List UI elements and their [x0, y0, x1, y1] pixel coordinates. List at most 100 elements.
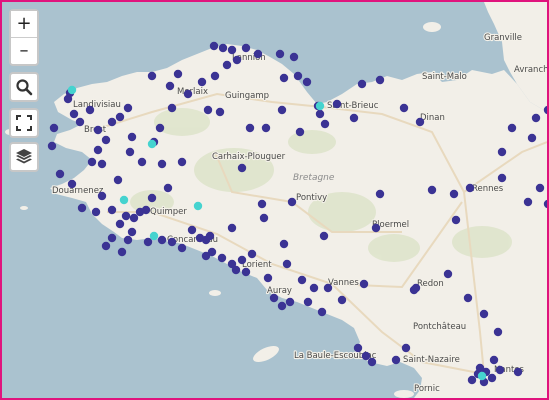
map-marker[interactable] — [303, 297, 313, 307]
map-marker[interactable] — [297, 275, 307, 285]
fullscreen-button[interactable] — [9, 108, 39, 138]
map-marker[interactable] — [309, 283, 319, 293]
map-marker[interactable] — [93, 145, 103, 155]
map-marker[interactable] — [91, 207, 101, 217]
map-marker[interactable] — [177, 157, 187, 167]
map-marker[interactable] — [129, 213, 139, 223]
map-marker[interactable] — [203, 105, 213, 115]
map-marker[interactable] — [535, 183, 545, 193]
map-marker[interactable] — [257, 199, 267, 209]
map-marker[interactable] — [97, 191, 107, 201]
map-marker[interactable] — [507, 123, 517, 133]
map-marker[interactable] — [241, 267, 251, 277]
map-marker[interactable] — [247, 249, 257, 259]
map-marker[interactable] — [67, 179, 77, 189]
map-marker[interactable] — [497, 173, 507, 183]
map-marker[interactable] — [101, 135, 111, 145]
map-marker[interactable] — [49, 123, 59, 133]
map-marker[interactable] — [415, 117, 425, 127]
map-marker[interactable] — [165, 81, 175, 91]
map-marker[interactable] — [177, 243, 187, 253]
map-marker[interactable] — [77, 203, 87, 213]
map-marker[interactable] — [282, 259, 292, 269]
map-marker[interactable] — [449, 189, 459, 199]
map-marker[interactable] — [237, 255, 247, 265]
map-marker[interactable] — [201, 251, 211, 261]
map-marker[interactable] — [279, 73, 289, 83]
map-marker[interactable] — [467, 375, 477, 385]
map-marker[interactable] — [245, 123, 255, 133]
map-marker-highlighted[interactable] — [149, 231, 159, 241]
map-marker[interactable] — [479, 309, 489, 319]
map-marker[interactable] — [375, 75, 385, 85]
zoom-out-button[interactable]: – — [11, 37, 37, 63]
map-marker[interactable] — [167, 237, 177, 247]
search-button[interactable] — [9, 72, 39, 102]
map-marker[interactable] — [285, 297, 295, 307]
map-marker[interactable] — [269, 293, 279, 303]
map-marker[interactable] — [302, 77, 312, 87]
map-marker[interactable] — [227, 223, 237, 233]
map-marker[interactable] — [497, 147, 507, 157]
map-marker[interactable] — [147, 193, 157, 203]
map-marker[interactable] — [409, 285, 419, 295]
map-marker[interactable] — [371, 223, 381, 233]
map-marker[interactable] — [107, 205, 117, 215]
map-marker[interactable] — [391, 355, 401, 365]
map-marker[interactable] — [163, 183, 173, 193]
map-marker[interactable] — [167, 103, 177, 113]
map-marker[interactable] — [47, 141, 57, 151]
map-marker[interactable] — [527, 133, 537, 143]
zoom-in-button[interactable]: + — [11, 11, 37, 37]
map-marker[interactable] — [231, 265, 241, 275]
map-marker[interactable] — [215, 107, 225, 117]
map-marker[interactable] — [115, 112, 125, 122]
map-marker-highlighted[interactable] — [477, 371, 487, 381]
map-marker[interactable] — [261, 123, 271, 133]
map-marker[interactable] — [320, 119, 330, 129]
map-marker[interactable] — [361, 351, 371, 361]
map-marker[interactable] — [232, 55, 242, 65]
map-marker[interactable] — [493, 327, 503, 337]
map-marker[interactable] — [101, 241, 111, 251]
map-marker[interactable] — [399, 103, 409, 113]
map-marker[interactable] — [123, 103, 133, 113]
map-marker[interactable] — [157, 235, 167, 245]
map-marker[interactable] — [157, 159, 167, 169]
map-marker[interactable] — [141, 205, 151, 215]
map-marker[interactable] — [55, 169, 65, 179]
map-marker[interactable] — [475, 363, 485, 373]
map-marker[interactable] — [187, 225, 197, 235]
map-marker[interactable] — [263, 273, 273, 283]
map-marker[interactable] — [117, 247, 127, 257]
map-marker[interactable] — [427, 185, 437, 195]
map-marker[interactable] — [349, 113, 359, 123]
map-marker[interactable] — [97, 159, 107, 169]
map-marker[interactable] — [531, 113, 541, 123]
map-marker[interactable] — [113, 175, 123, 185]
map-marker[interactable] — [107, 233, 117, 243]
map-marker-highlighted[interactable] — [315, 101, 325, 111]
map-marker[interactable] — [513, 367, 523, 377]
map-marker[interactable] — [332, 99, 342, 109]
map-marker[interactable] — [69, 109, 79, 119]
map-marker[interactable] — [465, 183, 475, 193]
map-marker[interactable] — [523, 197, 533, 207]
map-marker[interactable] — [205, 231, 215, 241]
map-marker[interactable] — [253, 49, 263, 59]
map-marker[interactable] — [375, 189, 385, 199]
map-marker[interactable] — [367, 357, 377, 367]
map-marker[interactable] — [75, 117, 85, 127]
map-marker[interactable] — [289, 52, 299, 62]
map-marker[interactable] — [210, 71, 220, 81]
map-marker[interactable] — [357, 79, 367, 89]
map-marker[interactable] — [337, 295, 347, 305]
map-marker[interactable] — [137, 157, 147, 167]
map-marker[interactable] — [197, 77, 207, 87]
map-marker[interactable] — [87, 157, 97, 167]
map-marker[interactable] — [183, 89, 193, 99]
map-marker[interactable] — [241, 43, 251, 53]
map-marker[interactable] — [293, 71, 303, 81]
layers-button[interactable] — [9, 142, 39, 172]
map-marker[interactable] — [237, 163, 247, 173]
